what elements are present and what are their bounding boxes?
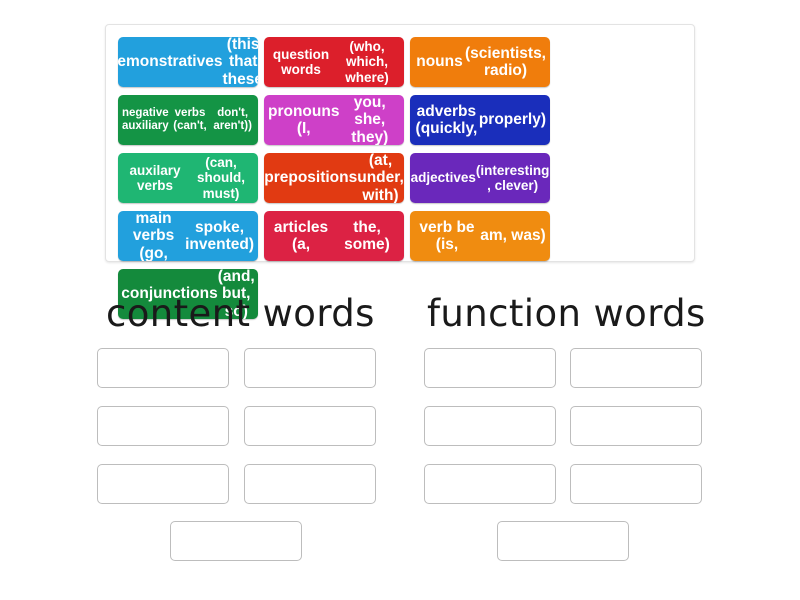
- tile-articles[interactable]: articles (a, the, some): [264, 211, 404, 261]
- tile-adjectives[interactable]: adjectives (interesting , clever): [410, 153, 550, 203]
- category-title-function-words: function words: [427, 292, 706, 335]
- tile-label-line: you, she, they): [351, 95, 389, 145]
- tile-grid: demonstratives(this, that, these)questio…: [115, 33, 686, 323]
- drop-slot-content-words[interactable]: [170, 521, 302, 561]
- tile-label-line: verbs (can't,: [173, 107, 207, 132]
- tile-label-line: pronouns (I,: [268, 102, 340, 137]
- drop-slot-function-words[interactable]: [424, 406, 556, 446]
- drop-slot-content-words[interactable]: [244, 348, 376, 388]
- tile-label-line: auxilary verbs: [129, 162, 181, 193]
- tile-question-words[interactable]: question words (who, which, where): [264, 37, 404, 87]
- drop-slot-content-words[interactable]: [97, 464, 229, 504]
- category-title-content-words: content words: [106, 292, 375, 335]
- tile-label-line: main verbs (go,: [132, 211, 175, 261]
- drop-slot-function-words[interactable]: [570, 464, 702, 504]
- tile-demonstratives[interactable]: demonstratives(this, that, these): [118, 37, 258, 87]
- tile-label-line: don't, aren't)): [213, 107, 252, 132]
- tile-prepositions[interactable]: prepositions (at, under, with): [264, 153, 404, 203]
- tile-label-line: articles (a,: [273, 218, 329, 253]
- tile-label-line: (scientists, radio): [465, 44, 546, 79]
- tile-tray: demonstratives(this, that, these)questio…: [105, 24, 695, 319]
- drop-slot-content-words[interactable]: [244, 464, 376, 504]
- drop-slot-function-words[interactable]: [424, 464, 556, 504]
- tile-label-line: (can, should, must): [197, 155, 245, 201]
- tile-label-line: properly): [478, 111, 546, 129]
- tile-label-line: negative auxiliary: [122, 107, 169, 132]
- drop-slot-function-words[interactable]: [570, 406, 702, 446]
- tile-label-line: demonstratives: [118, 53, 223, 71]
- drop-slot-function-words[interactable]: [570, 348, 702, 388]
- tile-label-line: question words: [272, 46, 330, 77]
- tile-main-verbs[interactable]: main verbs (go, spoke, invented): [118, 211, 258, 261]
- tile-label-line: prepositions: [264, 169, 358, 187]
- tile-label-line: (interesting , clever): [475, 162, 550, 193]
- tile-label-line: am, was): [480, 227, 546, 245]
- drop-slot-content-words[interactable]: [97, 348, 229, 388]
- tile-adverbs[interactable]: adverbs (quickly, properly): [410, 95, 550, 145]
- tile-negative-auxiliary-verbs[interactable]: negative auxiliary verbs (can't, don't, ar…: [118, 95, 258, 145]
- category-headings: content words function words: [0, 292, 800, 344]
- tile-label-line: (who, which, where): [345, 39, 389, 85]
- tile-pronouns[interactable]: pronouns (I, you, she, they): [264, 95, 404, 145]
- drop-slot-function-words[interactable]: [497, 521, 629, 561]
- tile-verb-be[interactable]: verb be (is, am, was): [410, 211, 550, 261]
- drop-slot-content-words[interactable]: [244, 406, 376, 446]
- tile-label-line: (at, under, with): [357, 153, 404, 203]
- tile-nouns[interactable]: nouns (scientists, radio): [410, 37, 550, 87]
- tile-label-line: (this, that, these): [222, 37, 258, 87]
- drop-slot-content-words[interactable]: [97, 406, 229, 446]
- tile-label-line: adverbs (quickly,: [415, 102, 478, 137]
- tile-label-line: verb be (is,: [419, 218, 475, 253]
- tile-label-line: the, some): [344, 218, 390, 253]
- tile-label-line: adjectives: [410, 170, 476, 186]
- tile-label-line: nouns: [416, 53, 463, 71]
- tile-auxilary-verbs[interactable]: auxilary verbs (can, should, must): [118, 153, 258, 203]
- drop-slot-function-words[interactable]: [424, 348, 556, 388]
- tile-label-line: spoke, invented): [185, 218, 255, 253]
